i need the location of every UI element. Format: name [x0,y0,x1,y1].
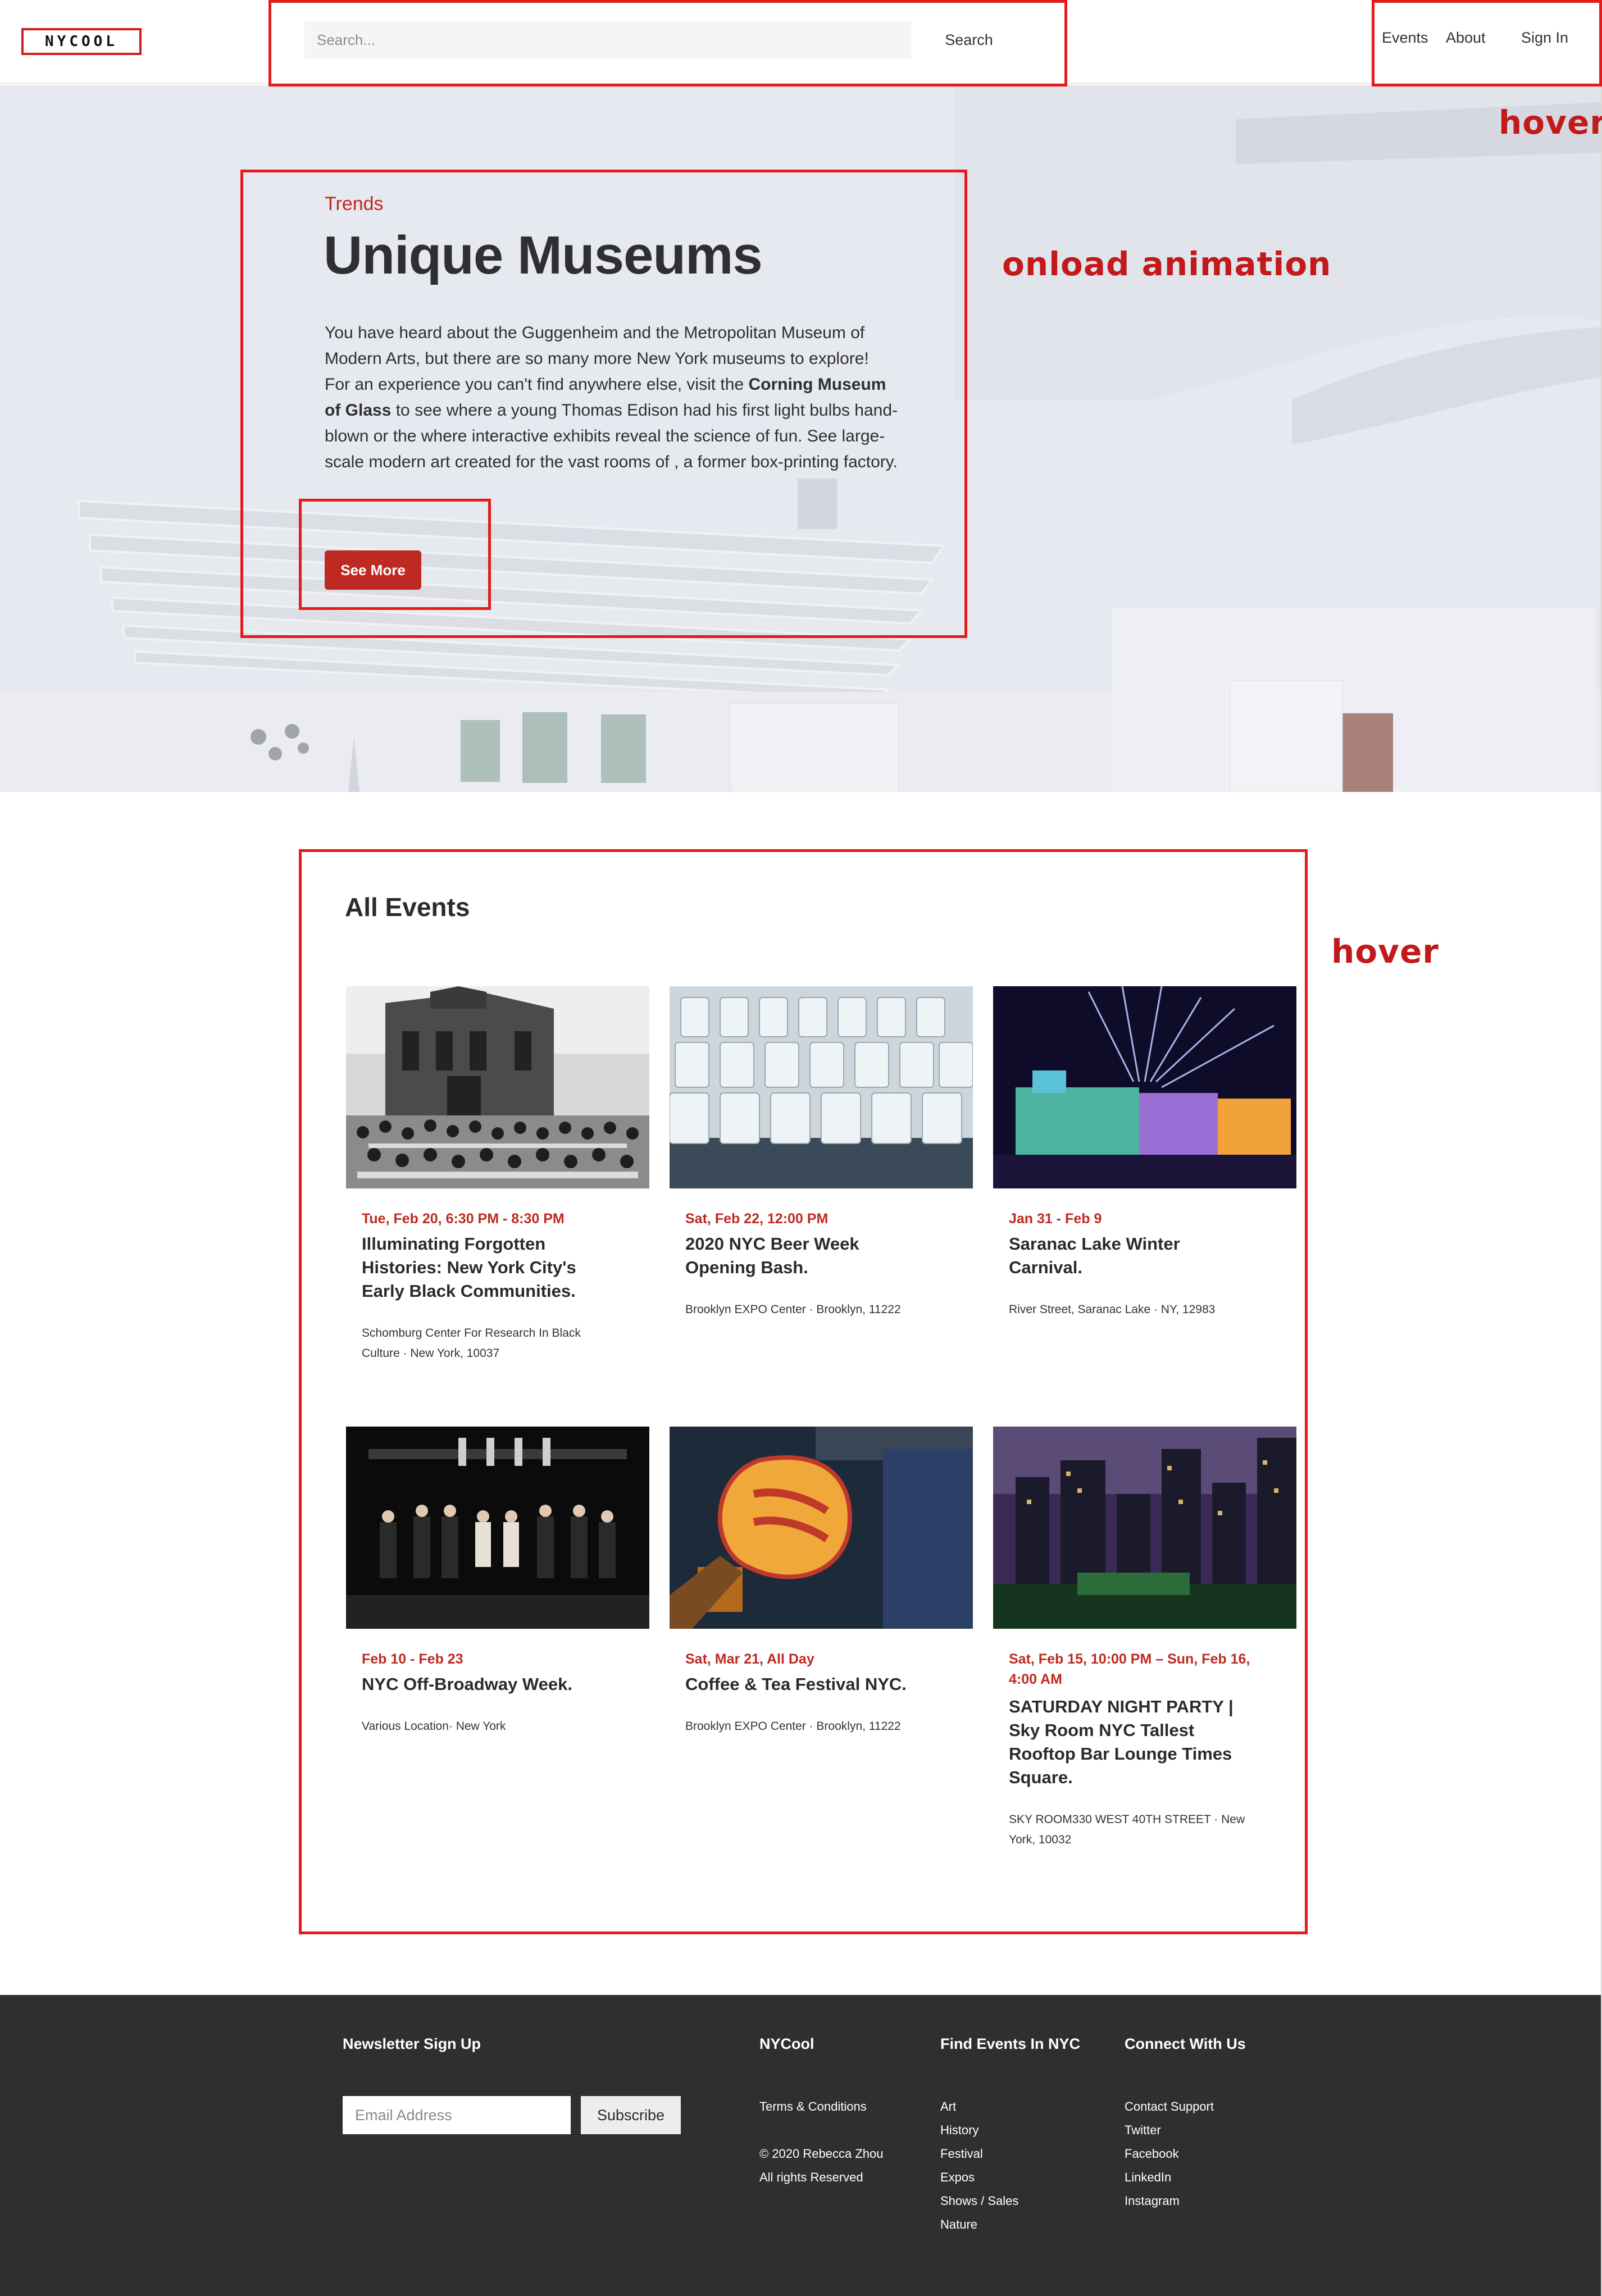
search-input[interactable] [304,21,911,58]
site-header: NYCOOL Search Events About Sign In [0,0,1602,84]
footer-link-facebook[interactable]: Facebook [1125,2142,1179,2166]
footer-link-twitter[interactable]: Twitter [1125,2119,1161,2142]
subscribe-button[interactable]: Subscribe [581,2096,681,2134]
annotation-hover-events: hover [1331,932,1439,971]
event-card[interactable]: Feb 10 - Feb 23 NYC Off-Broadway Week. V… [346,1427,649,1733]
event-card[interactable]: Sat, Feb 22, 12:00 PM 2020 NYC Beer Week… [670,986,973,1316]
event-image[interactable] [346,986,649,1188]
event-title[interactable]: Coffee & Tea Festival NYC. [685,1673,932,1696]
event-card[interactable]: Sat, Mar 21, All Day Coffee & Tea Festiv… [670,1427,973,1733]
hero-description: You have heard about the Guggenheim and … [325,324,898,471]
hero-category: Trends [325,193,384,215]
rights-text: All rights Reserved [759,2170,863,2184]
footer-link-expos[interactable]: Expos [940,2166,975,2189]
event-image[interactable] [346,1427,649,1629]
event-date: Sat, Feb 22, 12:00 PM [685,1211,829,1227]
event-location: Brooklyn EXPO Center · Brooklyn, 11222 [685,1303,901,1316]
nav-sign-in-link[interactable]: Sign In [1521,29,1568,47]
footer-link-nature[interactable]: Nature [940,2213,977,2236]
event-title[interactable]: SATURDAY NIGHT PARTY | Sky Room NYC Tall… [1009,1695,1256,1789]
event-image[interactable] [670,1427,973,1629]
footer-link-art[interactable]: Art [940,2095,956,2119]
annotation-hover-nav: hover [1499,103,1602,142]
footer-connect-heading: Connect With Us [1125,2035,1246,2052]
footer-link-linkedin[interactable]: LinkedIn [1125,2166,1171,2189]
footer-link-instagram[interactable]: Instagram [1125,2189,1180,2213]
footer-link-contact-support[interactable]: Contact Support [1125,2095,1214,2119]
event-image[interactable] [993,986,1296,1188]
event-date: Sat, Feb 15, 10:00 PM – Sun, Feb 16, 4:0… [1009,1651,1250,1687]
event-card[interactable]: Sat, Feb 15, 10:00 PM – Sun, Feb 16, 4:0… [993,1427,1296,1846]
event-location: Various Location· New York [362,1720,506,1733]
event-date: Sat, Mar 21, All Day [685,1651,814,1667]
newsletter-heading: Newsletter Sign Up [343,2035,481,2052]
event-location: SKY ROOM330 WEST 40TH STREET · New York,… [1009,1813,1245,1846]
footer-link-festival[interactable]: Festival [940,2142,983,2166]
site-logo[interactable]: NYCOOL [21,28,142,55]
event-title[interactable]: Illuminating Forgotten Histories: New Yo… [362,1232,609,1303]
terms-link[interactable]: Terms & Conditions [759,2095,867,2119]
event-image[interactable] [993,1427,1296,1629]
event-date: Jan 31 - Feb 9 [1009,1211,1102,1227]
event-date: Feb 10 - Feb 23 [362,1651,463,1667]
hero-title: Unique Museums [324,225,763,285]
footer-nycool-heading: NYCool [759,2035,814,2052]
see-more-button[interactable]: See More [325,550,421,590]
email-field[interactable] [343,2096,571,2134]
copyright-text: © 2020 Rebecca Zhou [759,2147,884,2161]
event-location: Schomburg Center For Research In Black C… [362,1327,581,1360]
nav-events-link[interactable]: Events [1382,29,1428,47]
footer-link-history[interactable]: History [940,2119,979,2142]
event-date: Tue, Feb 20, 6:30 PM - 8:30 PM [362,1211,565,1227]
event-location: Brooklyn EXPO Center · Brooklyn, 11222 [685,1720,901,1733]
event-image[interactable] [670,986,973,1188]
site-footer: Newsletter Sign Up Subscribe NYCool Term… [0,1995,1602,2296]
hero-banner: Trends Unique Museums You have heard abo… [0,85,1602,792]
event-card[interactable]: Jan 31 - Feb 9 Saranac Lake Winter Carni… [993,986,1296,1316]
annotation-onload: onload animation [1002,245,1332,283]
footer-link-shows-sales[interactable]: Shows / Sales [940,2189,1018,2213]
event-title[interactable]: Saranac Lake Winter Carnival. [1009,1232,1256,1279]
event-location: River Street, Saranac Lake · NY, 12983 [1009,1303,1216,1316]
event-title[interactable]: 2020 NYC Beer Week Opening Bash. [685,1232,932,1279]
event-title[interactable]: NYC Off-Broadway Week. [362,1673,609,1696]
footer-find-events-heading: Find Events In NYC [940,2035,1081,2052]
nav-about-link[interactable]: About [1446,29,1486,47]
search-button[interactable]: Search [928,21,1010,58]
event-card[interactable]: Tue, Feb 20, 6:30 PM - 8:30 PM Illuminat… [346,986,649,1360]
all-events-heading: All Events [345,892,470,922]
